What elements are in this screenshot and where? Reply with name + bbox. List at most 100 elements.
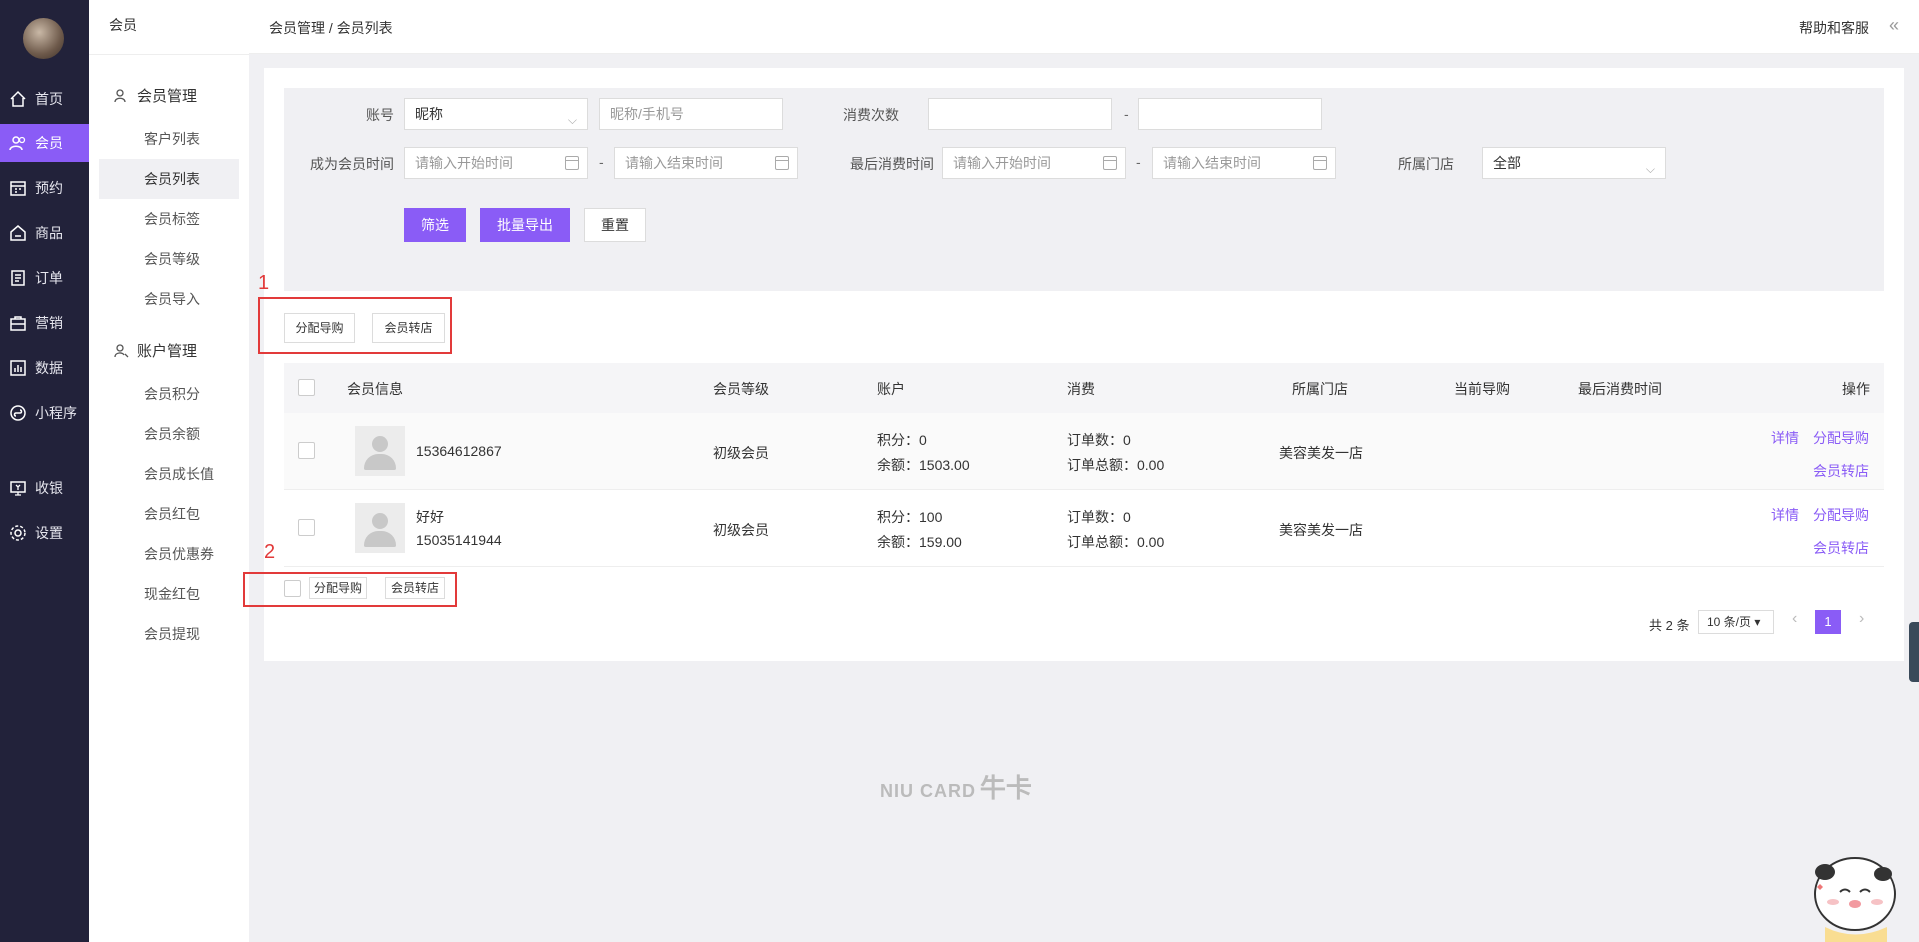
calendar-icon: [775, 156, 789, 170]
member-store: 美容美发一店: [1279, 522, 1363, 538]
member-level: 初级会员: [713, 445, 769, 461]
col-member-level: 会员等级: [713, 381, 769, 397]
sub-item-customer-list[interactable]: 客户列表: [99, 119, 239, 159]
divider: [89, 54, 249, 55]
member-time-end-input[interactable]: 请输入结束时间: [614, 147, 798, 179]
account-type-value: 昵称: [415, 106, 443, 122]
logo-en: NIU CARD: [880, 781, 976, 801]
users-icon: [9, 136, 26, 151]
caret-down-icon: ▾: [1754, 615, 1761, 629]
col-account: 账户: [877, 381, 905, 397]
placeholder-text: 请输入结束时间: [1163, 155, 1261, 171]
member-balance: 余额：1503.00: [877, 457, 970, 473]
sub-item-member-import[interactable]: 会员导入: [99, 279, 239, 319]
consume-count-min-input[interactable]: [928, 98, 1112, 130]
export-button[interactable]: 批量导出: [480, 208, 570, 242]
member-time-label: 成为会员时间: [310, 156, 394, 172]
chart-icon: [10, 360, 26, 376]
logo-cn: 牛卡: [979, 773, 1032, 803]
nav-item-goods[interactable]: 商品: [0, 214, 89, 252]
sub-item-growth[interactable]: 会员成长值: [99, 454, 239, 494]
range-dash: -: [1136, 154, 1141, 170]
bottom-transfer-store-button[interactable]: 会员转店: [385, 577, 445, 599]
goods-icon: [10, 225, 26, 241]
sub-item-member-tags[interactable]: 会员标签: [99, 199, 239, 239]
account-search-input[interactable]: 昵称/手机号: [599, 98, 783, 130]
pagination-total: 共 2 条: [1649, 618, 1690, 633]
nav-item-marketing[interactable]: 营销: [0, 304, 89, 342]
nav-item-members[interactable]: 会员: [0, 124, 89, 162]
avatar[interactable]: [23, 18, 64, 59]
chevron-down-icon: ⌵: [1645, 162, 1655, 176]
prev-page-icon[interactable]: ‹: [1792, 610, 1797, 628]
assign-guide-button[interactable]: 分配导购: [284, 313, 355, 343]
sub-item-points[interactable]: 会员积分: [99, 374, 239, 414]
transfer-store-link[interactable]: 会员转店: [1813, 538, 1869, 558]
group-member-management[interactable]: 会员管理: [113, 85, 197, 106]
nav-item-cashier[interactable]: 收银: [0, 469, 89, 507]
filter-button[interactable]: 筛选: [404, 208, 466, 242]
nav-item-home[interactable]: 首页: [0, 80, 89, 118]
cashier-icon: [10, 481, 26, 496]
store-select-value: 全部: [1493, 155, 1521, 171]
sub-item-redpack[interactable]: 会员红包: [99, 494, 239, 534]
nav-item-miniapp[interactable]: 小程序: [0, 394, 89, 432]
row-checkbox[interactable]: [298, 442, 315, 459]
range-dash: -: [1124, 106, 1129, 122]
sub-item-cash-redpack[interactable]: 现金红包: [99, 574, 239, 614]
bottom-select-all-checkbox[interactable]: [284, 580, 301, 597]
member-points: 积分：0: [877, 432, 927, 448]
home-icon: [10, 90, 26, 107]
nav-label: 订单: [35, 270, 63, 286]
sub-item-member-list[interactable]: 会员列表: [99, 159, 239, 199]
group-label: 账户管理: [137, 343, 198, 360]
member-points: 积分：100: [877, 509, 943, 525]
sub-item-member-levels[interactable]: 会员等级: [99, 239, 239, 279]
next-page-icon[interactable]: ›: [1859, 610, 1864, 628]
sub-item-withdraw[interactable]: 会员提现: [99, 614, 239, 654]
group-label: 会员管理: [137, 88, 198, 105]
consume-count-max-input[interactable]: [1138, 98, 1322, 130]
sub-item-coupons[interactable]: 会员优惠券: [99, 534, 239, 574]
order-icon: [11, 270, 25, 286]
member-time-start-input[interactable]: 请输入开始时间: [404, 147, 588, 179]
transfer-store-link[interactable]: 会员转店: [1813, 461, 1869, 481]
detail-link[interactable]: 详情: [1771, 505, 1799, 525]
help-link[interactable]: 帮助和客服: [1799, 18, 1869, 38]
col-store: 所属门店: [1292, 381, 1348, 397]
nav-item-settings[interactable]: 设置: [0, 514, 89, 552]
collapse-icon[interactable]: «: [1889, 15, 1899, 36]
side-widget-tab[interactable]: [1909, 622, 1919, 682]
nav-item-booking[interactable]: 预约: [0, 169, 89, 207]
assign-guide-link[interactable]: 分配导购: [1813, 428, 1869, 448]
last-consume-end-input[interactable]: 请输入结束时间: [1152, 147, 1336, 179]
placeholder-text: 请输入结束时间: [625, 155, 723, 171]
calendar-icon: [1313, 156, 1327, 170]
nav-label: 商品: [35, 225, 63, 241]
calendar-icon: [1103, 156, 1117, 170]
page-1-button[interactable]: 1: [1815, 610, 1841, 634]
miniapp-icon: [10, 405, 26, 421]
group-account-management[interactable]: 账户管理: [113, 340, 197, 361]
top-bar: 会员管理 / 会员列表 帮助和客服 «: [249, 0, 1919, 54]
gear-icon: [10, 525, 26, 541]
last-consume-start-input[interactable]: 请输入开始时间: [942, 147, 1126, 179]
niucard-logo: NIU CARD 牛卡: [880, 768, 1032, 805]
transfer-store-button[interactable]: 会员转店: [372, 313, 445, 343]
page-size-select[interactable]: 10 条/页 ▾: [1698, 610, 1774, 634]
member-store: 美容美发一店: [1279, 445, 1363, 461]
assign-guide-link[interactable]: 分配导购: [1813, 505, 1869, 525]
select-all-checkbox[interactable]: [298, 379, 315, 396]
sub-item-balance[interactable]: 会员余额: [99, 414, 239, 454]
calendar-icon: [565, 156, 579, 170]
row-checkbox[interactable]: [298, 519, 315, 536]
reset-button[interactable]: 重置: [584, 208, 646, 242]
account-label: 账号: [366, 107, 394, 123]
nav-label: 预约: [35, 180, 63, 196]
nav-item-orders[interactable]: 订单: [0, 259, 89, 297]
detail-link[interactable]: 详情: [1771, 428, 1799, 448]
store-select[interactable]: 全部 ⌵: [1482, 147, 1666, 179]
account-type-select[interactable]: 昵称 ⌵: [404, 98, 588, 130]
bottom-assign-guide-button[interactable]: 分配导购: [309, 577, 367, 599]
nav-item-data[interactable]: 数据: [0, 349, 89, 387]
